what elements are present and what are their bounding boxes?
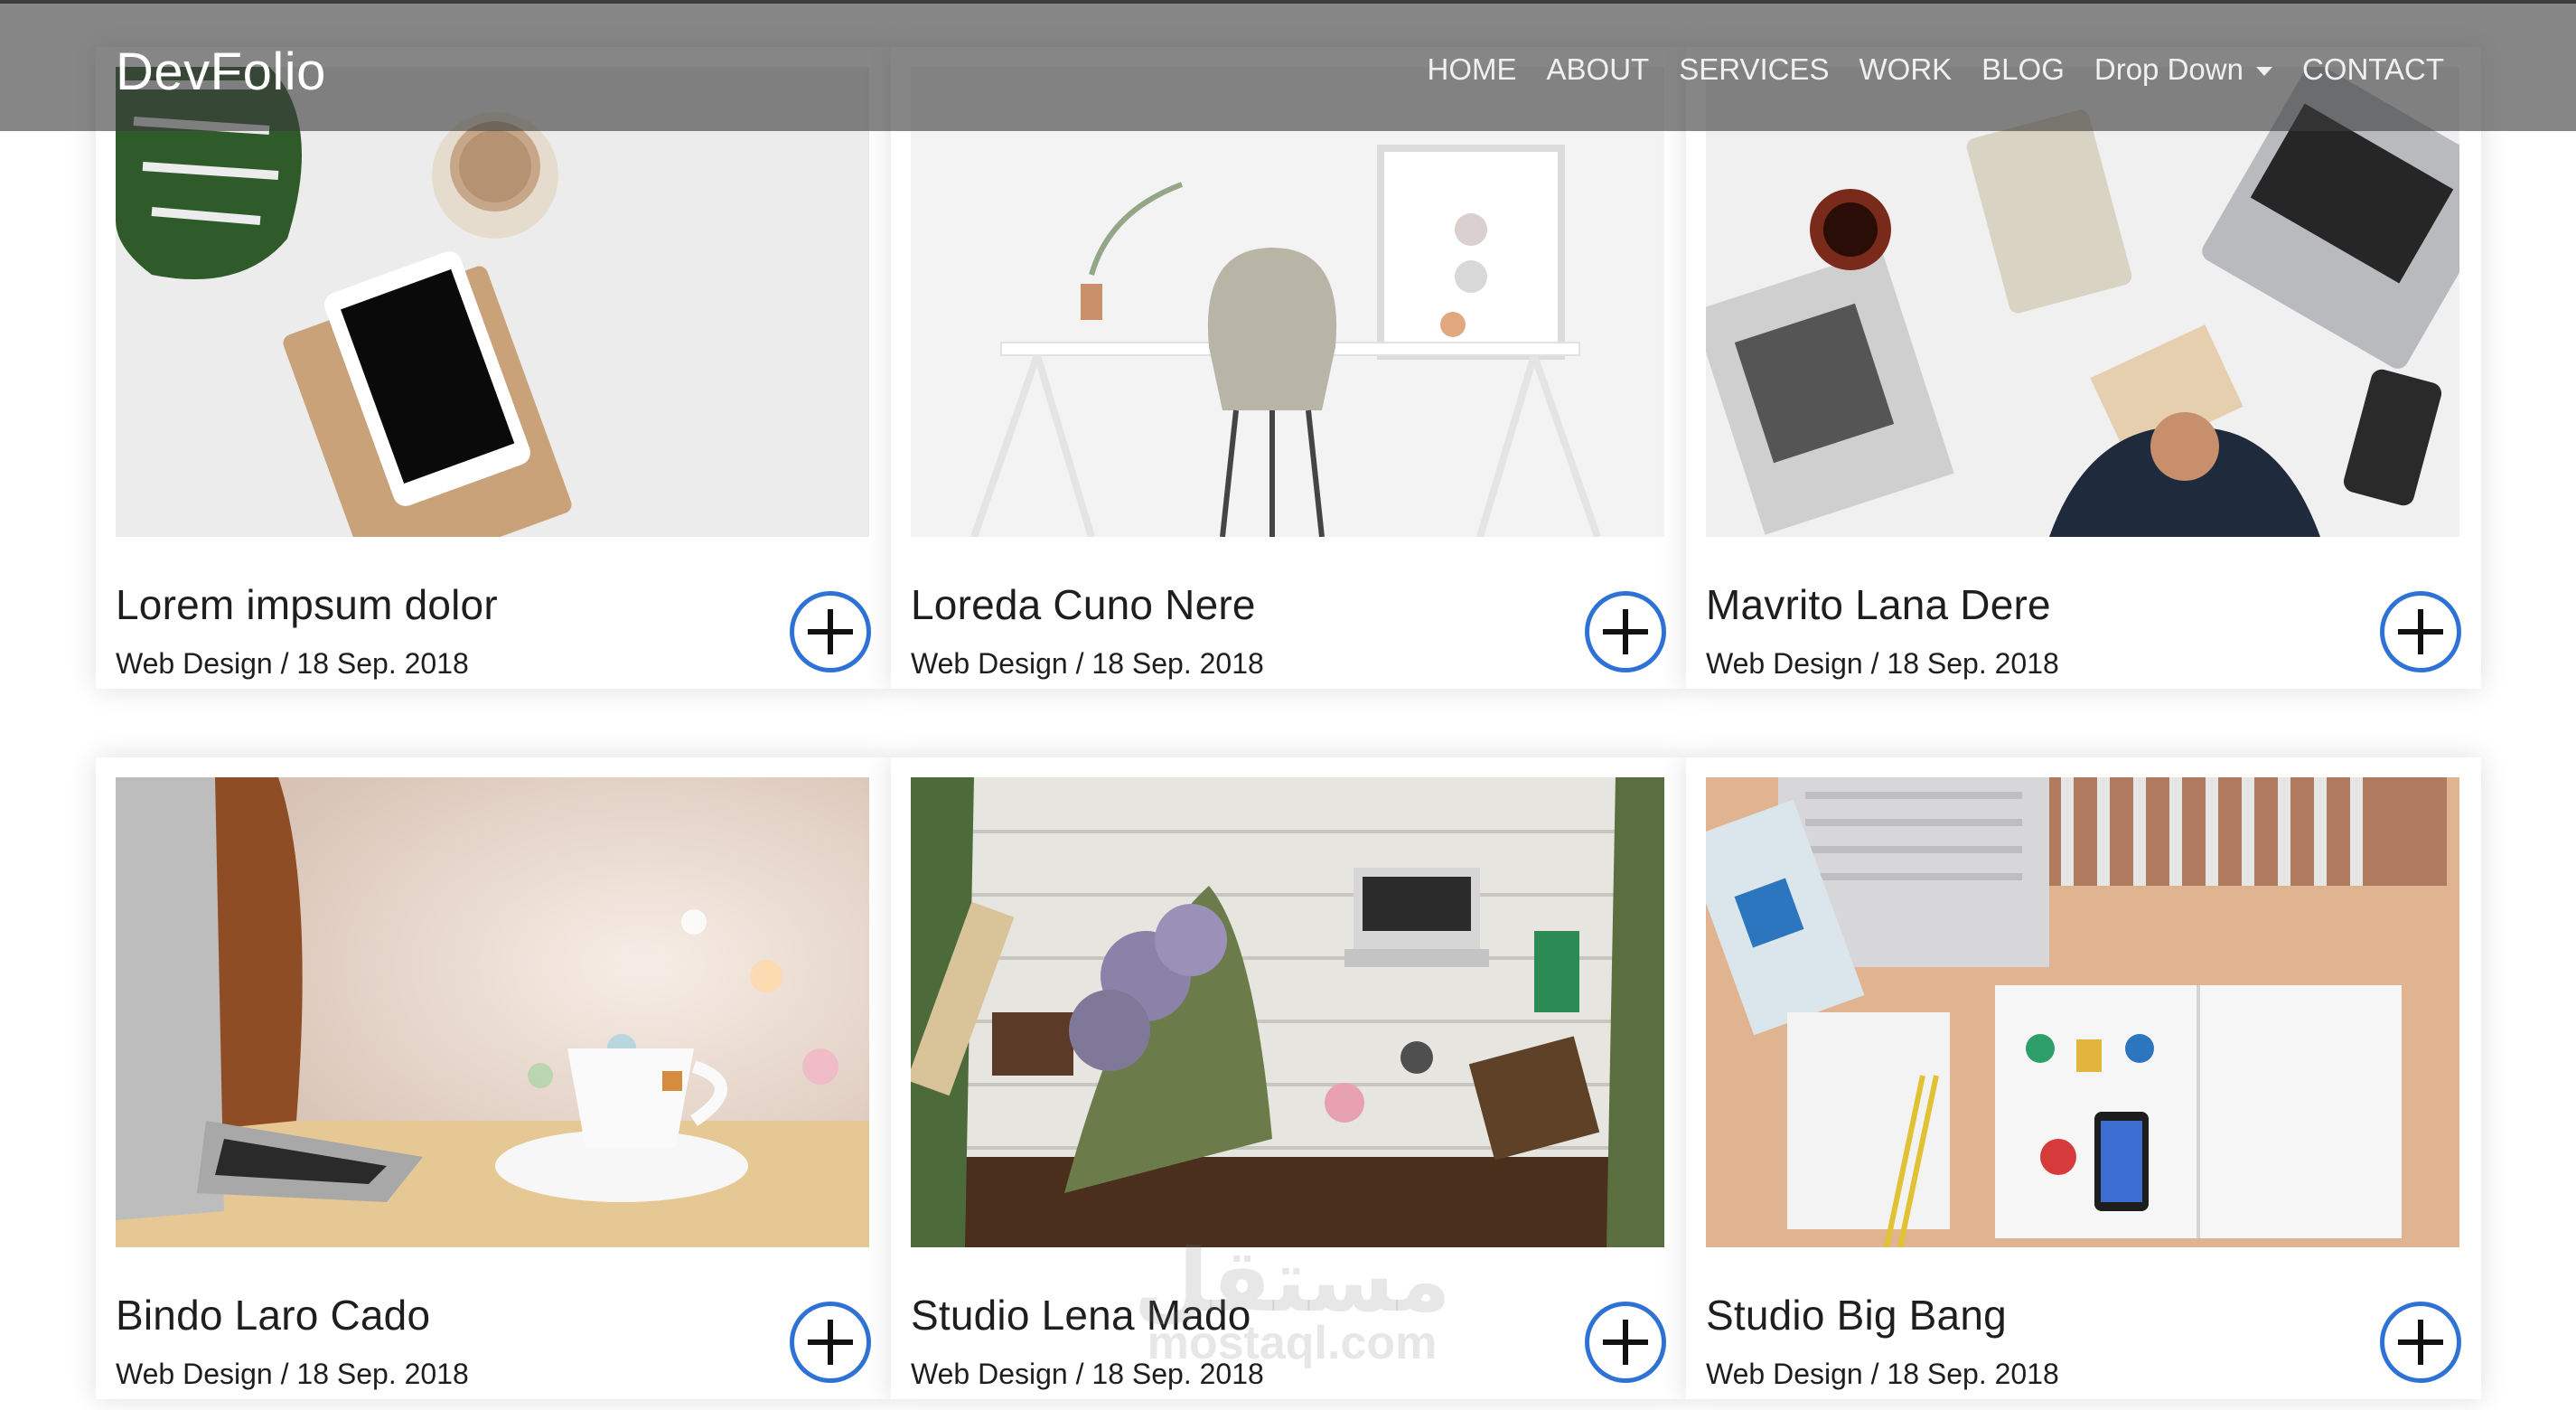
portfolio-card[interactable]: Mavrito Lana Dere Web Design / 18 Sep. 2… xyxy=(1686,47,2481,689)
portfolio-meta: Web Design / 18 Sep. 2018 xyxy=(116,647,469,680)
add-icon[interactable] xyxy=(1585,1302,1666,1383)
add-icon[interactable] xyxy=(790,591,871,672)
nav-link-services[interactable]: SERVICES xyxy=(1679,52,1829,87)
caret-down-icon xyxy=(2255,67,2272,77)
portfolio-image-flower-workbench[interactable] xyxy=(911,777,1664,1247)
portfolio-card[interactable]: Loreda Cuno Nere Web Design / 18 Sep. 20… xyxy=(891,47,1686,689)
nav-links: HOME ABOUT SERVICES WORK BLOG Drop Down … xyxy=(1398,52,2444,87)
portfolio-page: Lorem impsum dolor Web Design / 18 Sep. … xyxy=(0,0,2576,1410)
top-navbar: DevFolio HOME ABOUT SERVICES WORK BLOG D… xyxy=(0,0,2576,131)
portfolio-image-laptop-coffee[interactable] xyxy=(116,777,869,1247)
portfolio-card[interactable]: Lorem impsum dolor Web Design / 18 Sep. … xyxy=(96,47,891,689)
watermark-arabic: مستقل xyxy=(1133,1233,1451,1330)
nav-dropdown[interactable]: Drop Down xyxy=(2094,52,2272,87)
nav-dropdown-label: Drop Down xyxy=(2094,52,2243,86)
add-icon[interactable] xyxy=(790,1302,871,1383)
portfolio-image-designer-desk[interactable] xyxy=(1706,777,2459,1247)
portfolio-meta: Web Design / 18 Sep. 2018 xyxy=(1706,647,2059,680)
add-icon[interactable] xyxy=(2380,1302,2461,1383)
portfolio-title[interactable]: Bindo Laro Cado xyxy=(116,1291,430,1340)
portfolio-title[interactable]: Mavrito Lana Dere xyxy=(1706,580,2051,629)
watermark: مستقل mostaql.com xyxy=(1129,1233,1455,1369)
portfolio-title[interactable]: Studio Big Bang xyxy=(1706,1291,2007,1340)
portfolio-image-business-desk[interactable] xyxy=(1706,67,2459,537)
portfolio-meta: Web Design / 18 Sep. 2018 xyxy=(1706,1358,2059,1390)
add-icon[interactable] xyxy=(2380,591,2461,672)
portfolio-image-tablet-desk[interactable] xyxy=(116,67,869,537)
add-icon[interactable] xyxy=(1585,591,1666,672)
portfolio-image-desk-chair[interactable] xyxy=(911,67,1664,537)
nav-link-blog[interactable]: BLOG xyxy=(1981,52,2065,87)
portfolio-meta: Web Design / 18 Sep. 2018 xyxy=(911,647,1264,680)
portfolio-card[interactable]: Studio Big Bang Web Design / 18 Sep. 201… xyxy=(1686,757,2481,1399)
watermark-latin: mostaql.com xyxy=(1147,1317,1438,1369)
nav-link-about[interactable]: ABOUT xyxy=(1547,52,1650,87)
portfolio-title[interactable]: Lorem impsum dolor xyxy=(116,580,498,629)
nav-link-work[interactable]: WORK xyxy=(1859,52,1953,87)
nav-link-home[interactable]: HOME xyxy=(1428,52,1517,87)
portfolio-card[interactable]: Bindo Laro Cado Web Design / 18 Sep. 201… xyxy=(96,757,891,1399)
nav-link-contact[interactable]: CONTACT xyxy=(2302,52,2444,87)
portfolio-title[interactable]: Loreda Cuno Nere xyxy=(911,580,1256,629)
brand-logo[interactable]: DevFolio xyxy=(116,42,326,102)
portfolio-meta: Web Design / 18 Sep. 2018 xyxy=(116,1358,469,1390)
